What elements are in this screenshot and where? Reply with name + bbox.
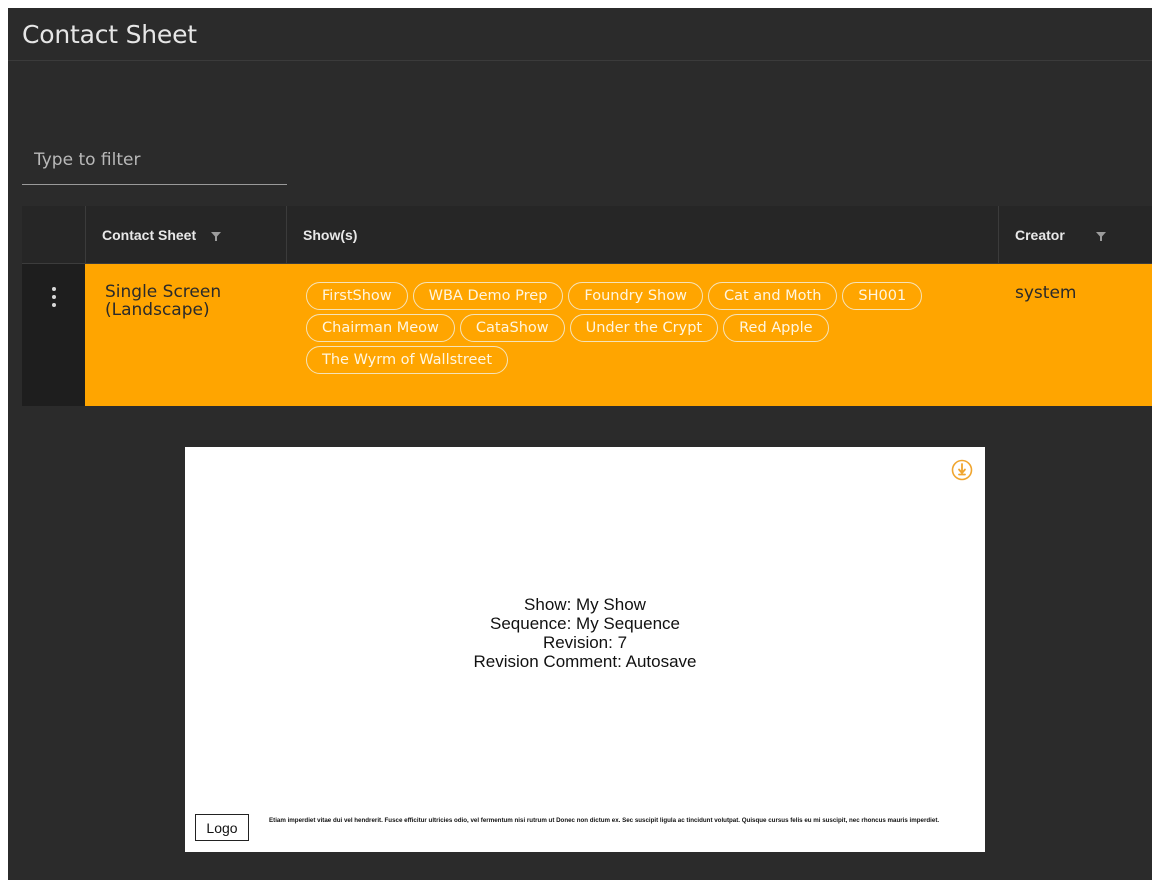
show-chip[interactable]: SH001 [842,282,923,310]
column-header-creator[interactable]: Creator [998,206,1152,263]
column-header-contact-sheet[interactable]: Contact Sheet [85,206,286,263]
filter-input[interactable] [22,140,287,180]
preview-revision: Revision: 7 [542,633,628,652]
show-chip[interactable]: Red Apple [723,314,829,342]
show-chip[interactable]: Cat and Moth [707,282,838,310]
column-header-shows[interactable]: Show(s) [286,206,998,263]
preview-info: Show: My Show Sequence: My Sequence Revi… [185,595,985,671]
show-chip[interactable]: Foundry Show [568,282,703,310]
row-content[interactable]: Single Screen (Landscape) FirstShow WBA … [85,264,1152,406]
show-chips: FirstShow WBA Demo Prep Foundry Show Cat… [306,282,1006,374]
contact-sheet-table: Contact Sheet Show(s) Creator Single Scr… [22,206,1152,406]
contact-sheet-preview: Show: My Show Sequence: My Sequence Revi… [185,447,985,852]
filter-icon[interactable] [1095,229,1107,241]
pin-icon[interactable] [951,459,973,481]
table-header: Contact Sheet Show(s) Creator [22,206,1152,264]
column-header-label: Show(s) [303,226,358,243]
page-title: Contact Sheet [22,19,197,49]
column-header-label: Creator [1015,226,1065,243]
preview-footer-text: Etiam imperdiet vitae dui vel hendrerit.… [269,817,940,824]
creator-value: system [1015,283,1077,303]
show-chip[interactable]: WBA Demo Prep [412,282,564,310]
logo-placeholder: Logo [195,814,249,841]
filter-icon[interactable] [210,229,222,241]
filter-field [22,140,287,185]
preview-revision-comment: Revision Comment: Autosave [473,652,697,671]
preview-sequence: Sequence: My Sequence [490,614,680,633]
table-row[interactable]: Single Screen (Landscape) FirstShow WBA … [22,264,1152,406]
show-chip[interactable]: Under the Crypt [569,314,719,342]
preview-show: Show: My Show [524,595,646,614]
contact-sheet-name: Single Screen (Landscape) [105,282,222,320]
column-header-label: Contact Sheet [102,226,197,243]
kebab-menu-icon[interactable] [51,286,57,406]
show-chip[interactable]: FirstShow [306,282,408,310]
title-bar: Contact Sheet [8,8,1152,61]
row-menu-cell [22,264,85,406]
contact-sheet-app: Contact Sheet Contact Sheet Show(s) Crea… [8,8,1152,880]
show-chip[interactable]: Chairman Meow [306,314,455,342]
show-chip[interactable]: The Wyrm of Wallstreet [306,346,509,374]
show-chip[interactable]: CataShow [459,314,565,342]
